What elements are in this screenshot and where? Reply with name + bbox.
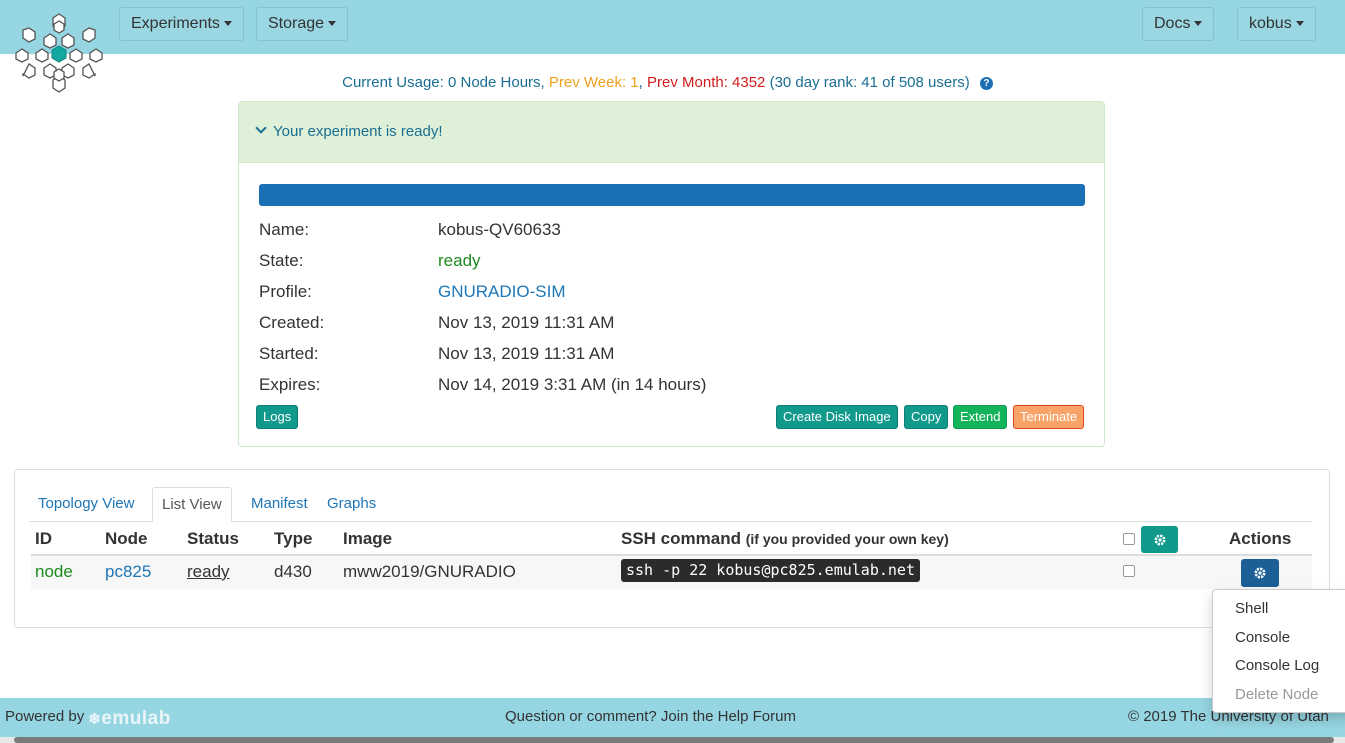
- separator: ,: [638, 74, 643, 91]
- field-label: Created:: [259, 313, 325, 332]
- column-header-actions: Actions: [1229, 529, 1292, 548]
- cell-node-link[interactable]: pc825: [105, 562, 151, 582]
- select-all-checkbox[interactable]: [1123, 533, 1135, 545]
- caret-down-icon: [1295, 21, 1304, 27]
- bulk-actions-button[interactable]: [1141, 526, 1178, 553]
- field-state: State: ready: [259, 251, 481, 271]
- prev-month-usage: Prev Month: 4352: [647, 74, 766, 91]
- experiment-progress-bar: [259, 184, 1085, 206]
- column-header-node[interactable]: Node: [105, 529, 148, 549]
- column-header-status[interactable]: Status: [187, 529, 239, 549]
- ssh-header-note: (if you provided your own key): [745, 531, 949, 547]
- node-actions-menu: Shell Console Console Log Delete Node: [1212, 589, 1345, 713]
- node-list-panel: Topology View List View Manifest Graphs …: [14, 469, 1330, 628]
- user-menu-label: kobus: [1249, 15, 1292, 32]
- ssh-header-label: SSH command: [621, 529, 741, 548]
- cell-image: mww2019/GNURADIO: [343, 562, 516, 581]
- current-usage: Current Usage: 0 Node Hours: [342, 74, 541, 91]
- page-footer: Powered by ❄emulab Question or comment? J…: [0, 698, 1345, 737]
- cell-type: d430: [274, 562, 312, 581]
- experiments-menu-button[interactable]: Experiments: [119, 7, 244, 41]
- cell-id: node: [35, 562, 73, 581]
- experiment-status-header[interactable]: Your experiment is ready!: [239, 102, 1104, 163]
- field-expires: Expires: Nov 14, 2019 3:31 AM (in 14 hour…: [259, 375, 706, 395]
- field-started: Started: Nov 13, 2019 11:31 AM: [259, 344, 614, 364]
- separator: ,: [540, 74, 545, 91]
- storage-menu-button[interactable]: Storage: [256, 7, 349, 41]
- field-label: Name:: [259, 220, 310, 239]
- horizontal-scrollbar-thumb[interactable]: [14, 737, 1334, 743]
- row-select-checkbox[interactable]: [1123, 565, 1135, 577]
- top-navbar: Experiments Storage Docs kobus: [0, 0, 1345, 54]
- column-header-image[interactable]: Image: [343, 529, 392, 549]
- storage-menu-label: Storage: [268, 15, 325, 32]
- create-disk-image-button[interactable]: Create Disk Image: [776, 405, 898, 429]
- emulab-footer-logo[interactable]: ❄emulab: [88, 708, 171, 730]
- menu-item-delete-node[interactable]: Delete Node: [1235, 686, 1318, 703]
- started-time: Nov 13, 2019 11:31 AM: [438, 344, 615, 363]
- help-icon[interactable]: ?: [979, 77, 993, 90]
- snowflake-icon: ❄: [88, 711, 102, 728]
- docs-menu-label: Docs: [1154, 15, 1191, 32]
- experiment-name: kobus-QV60633: [438, 220, 561, 239]
- column-header-ssh[interactable]: SSH command (if you provided your own ke…: [621, 529, 949, 549]
- view-tabs: Topology View List View Manifest Graphs: [29, 487, 1312, 523]
- terminate-button[interactable]: Terminate: [1013, 405, 1085, 429]
- field-label: Profile:: [259, 282, 312, 301]
- usage-summary: Current Usage: 0 Node Hours, Prev Week: …: [0, 74, 1335, 91]
- column-header-id[interactable]: ID: [35, 529, 52, 549]
- tab-topology-view[interactable]: Topology View: [29, 487, 143, 522]
- experiment-status-message: Your experiment is ready!: [273, 123, 443, 140]
- tab-list-view[interactable]: List View: [152, 487, 232, 523]
- field-profile: Profile: GNURADIO-SIM: [259, 282, 566, 302]
- caret-down-icon: [1194, 21, 1203, 27]
- caret-down-icon: [328, 21, 337, 27]
- field-created: Created: Nov 13, 2019 11:31 AM: [259, 313, 614, 333]
- menu-item-shell[interactable]: Shell: [1235, 600, 1268, 617]
- caret-down-icon: [223, 21, 232, 27]
- powered-by-label: Powered by: [5, 708, 85, 725]
- chevron-down-icon: [255, 122, 267, 134]
- profile-link[interactable]: GNURADIO-SIM: [438, 282, 566, 301]
- docs-menu-button[interactable]: Docs: [1142, 7, 1215, 41]
- row-actions-button[interactable]: [1241, 559, 1279, 587]
- copy-button[interactable]: Copy: [904, 405, 949, 429]
- cell-status[interactable]: ready: [187, 562, 230, 582]
- experiment-status-panel: Your experiment is ready! Name: kobus-QV6…: [238, 101, 1105, 447]
- field-label: State:: [259, 251, 304, 270]
- help-forum-link[interactable]: Question or comment? Join the Help Forum: [505, 708, 796, 725]
- gear-icon: [1154, 534, 1165, 545]
- tab-graphs[interactable]: Graphs: [318, 487, 385, 522]
- menu-item-console-log[interactable]: Console Log: [1235, 657, 1319, 674]
- expires-time: Nov 14, 2019 3:31 AM (in 14 hours): [438, 375, 707, 394]
- logs-button[interactable]: Logs: [256, 405, 299, 429]
- field-name: Name: kobus-QV60633: [259, 220, 561, 240]
- prev-week-usage: Prev Week: 1: [548, 74, 639, 91]
- emulab-logo-text: emulab: [101, 708, 171, 729]
- column-header-type[interactable]: Type: [274, 529, 312, 549]
- field-label: Expires:: [259, 375, 321, 394]
- cell-ssh-command[interactable]: ssh -p 22 kobus@pc825.emulab.net: [621, 559, 920, 582]
- extend-button[interactable]: Extend: [953, 405, 1008, 429]
- user-menu-button[interactable]: kobus: [1237, 7, 1316, 41]
- powered-by: Powered by ❄emulab: [5, 708, 171, 730]
- gear-icon: [1254, 567, 1266, 579]
- field-label: Started:: [259, 344, 319, 363]
- usage-rank: (30 day rank: 41 of 508 users): [769, 74, 970, 91]
- experiments-menu-label: Experiments: [131, 15, 220, 32]
- experiment-state: ready: [438, 251, 481, 270]
- menu-item-console[interactable]: Console: [1235, 629, 1290, 646]
- created-time: Nov 13, 2019 11:31 AM: [438, 313, 615, 332]
- tab-manifest[interactable]: Manifest: [242, 487, 317, 522]
